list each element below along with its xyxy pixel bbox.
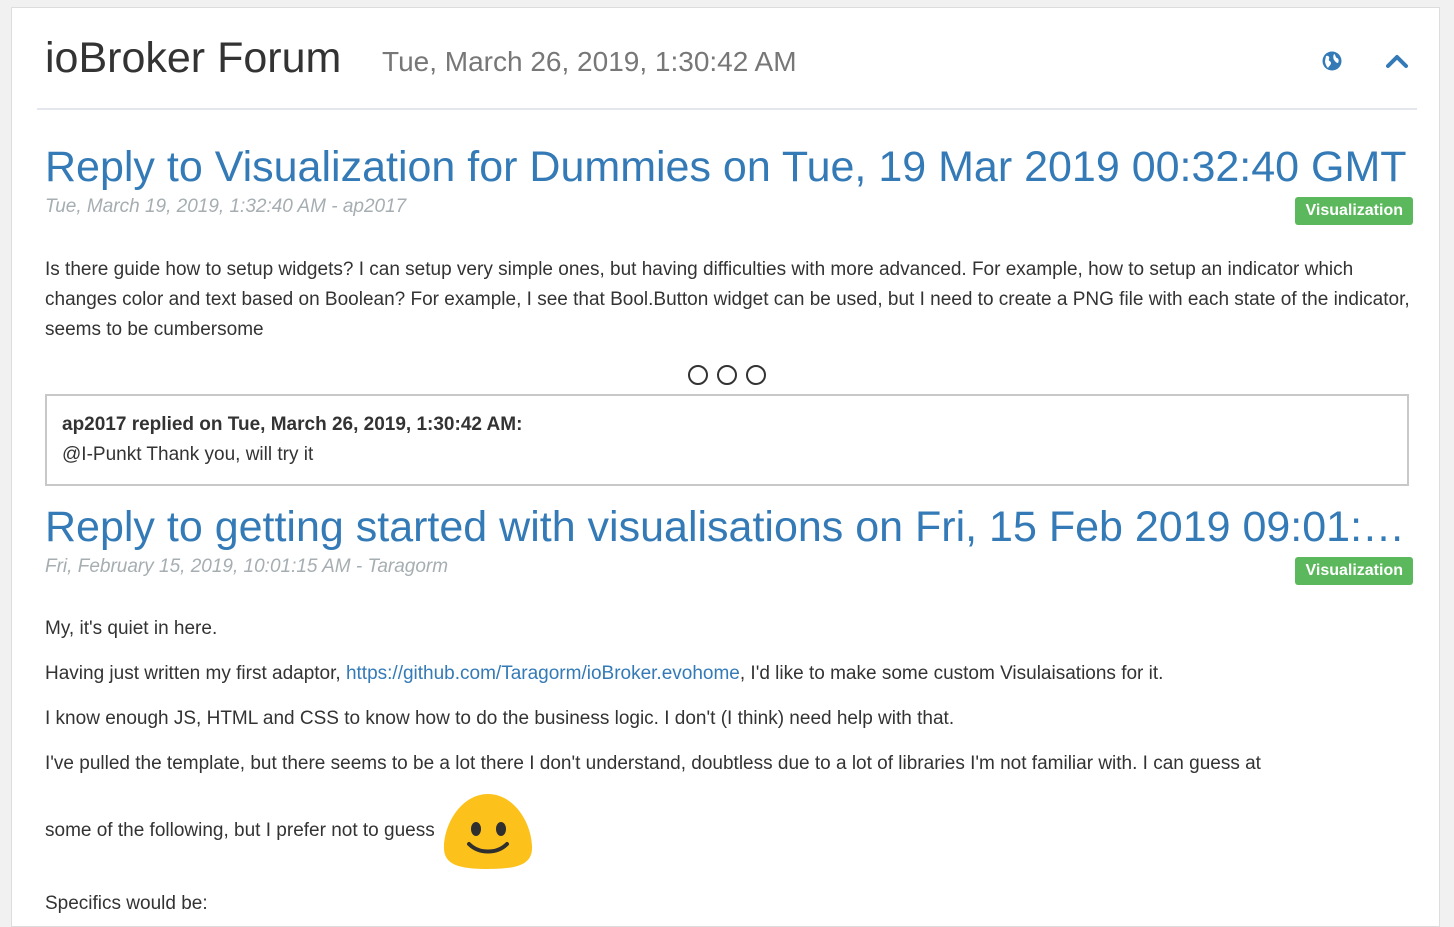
post-title-link[interactable]: Reply to Visualization for Dummies on Tu… bbox=[45, 141, 1410, 193]
post-item: Reply to getting started with visualisat… bbox=[45, 501, 1413, 914]
paragraph-text: Having just written my first adaptor, bbox=[45, 663, 346, 684]
forum-panel: ioBroker Forum Tue, March 26, 2019, 1:30… bbox=[11, 7, 1440, 927]
reply-author-line: ap2017 replied on Tue, March 26, 2019, 1… bbox=[62, 414, 523, 435]
post-body: My, it's quiet in here. Having just writ… bbox=[45, 614, 1410, 919]
category-badge[interactable]: Visualization bbox=[1295, 197, 1413, 225]
paragraph-text: , I'd like to make some custom Visulaisa… bbox=[739, 663, 1164, 684]
dot-icon bbox=[717, 365, 737, 385]
post-meta: Tue, March 19, 2019, 1:32:40 AM - ap2017 bbox=[45, 196, 407, 217]
post-paragraph: Specifics would be: bbox=[45, 893, 208, 915]
page-title: ioBroker Forum bbox=[45, 34, 342, 82]
dot-icon bbox=[688, 365, 708, 385]
post-title-link[interactable]: Reply to getting started with visualisat… bbox=[45, 501, 1410, 553]
paragraph-text: some of the following, but I prefer not … bbox=[45, 820, 435, 842]
post-body: Is there guide how to setup widgets? I c… bbox=[45, 255, 1410, 345]
panel-header: ioBroker Forum Tue, March 26, 2019, 1:30… bbox=[37, 8, 1417, 110]
post-paragraph: some of the following, but I prefer not … bbox=[45, 791, 1410, 871]
reply-box: ap2017 replied on Tue, March 26, 2019, 1… bbox=[45, 394, 1409, 486]
post-paragraph: I know enough JS, HTML and CSS to know h… bbox=[45, 708, 955, 729]
github-link[interactable]: https://github.com/Taragorm/ioBroker.evo… bbox=[346, 663, 740, 684]
post-paragraph: Having just written my first adaptor, ht… bbox=[45, 659, 1410, 689]
post-meta: Fri, February 15, 2019, 10:01:15 AM - Ta… bbox=[45, 556, 449, 577]
chevron-up-icon[interactable] bbox=[1386, 53, 1408, 69]
post-paragraph: Is there guide how to setup widgets? I c… bbox=[45, 259, 1410, 340]
post-paragraph: My, it's quiet in here. bbox=[45, 618, 218, 639]
more-replies-indicator[interactable] bbox=[688, 365, 766, 385]
globe-icon[interactable] bbox=[1322, 51, 1342, 71]
post-item: Reply to Visualization for Dummies on Tu… bbox=[45, 141, 1413, 340]
header-date: Tue, March 26, 2019, 1:30:42 AM bbox=[382, 46, 797, 77]
smiley-emoji-icon bbox=[443, 794, 532, 869]
dot-icon bbox=[746, 365, 766, 385]
category-badge[interactable]: Visualization bbox=[1295, 557, 1413, 585]
post-paragraph: I've pulled the template, but there seem… bbox=[45, 753, 1261, 774]
reply-text: @I-Punkt Thank you, will try it bbox=[62, 444, 314, 465]
